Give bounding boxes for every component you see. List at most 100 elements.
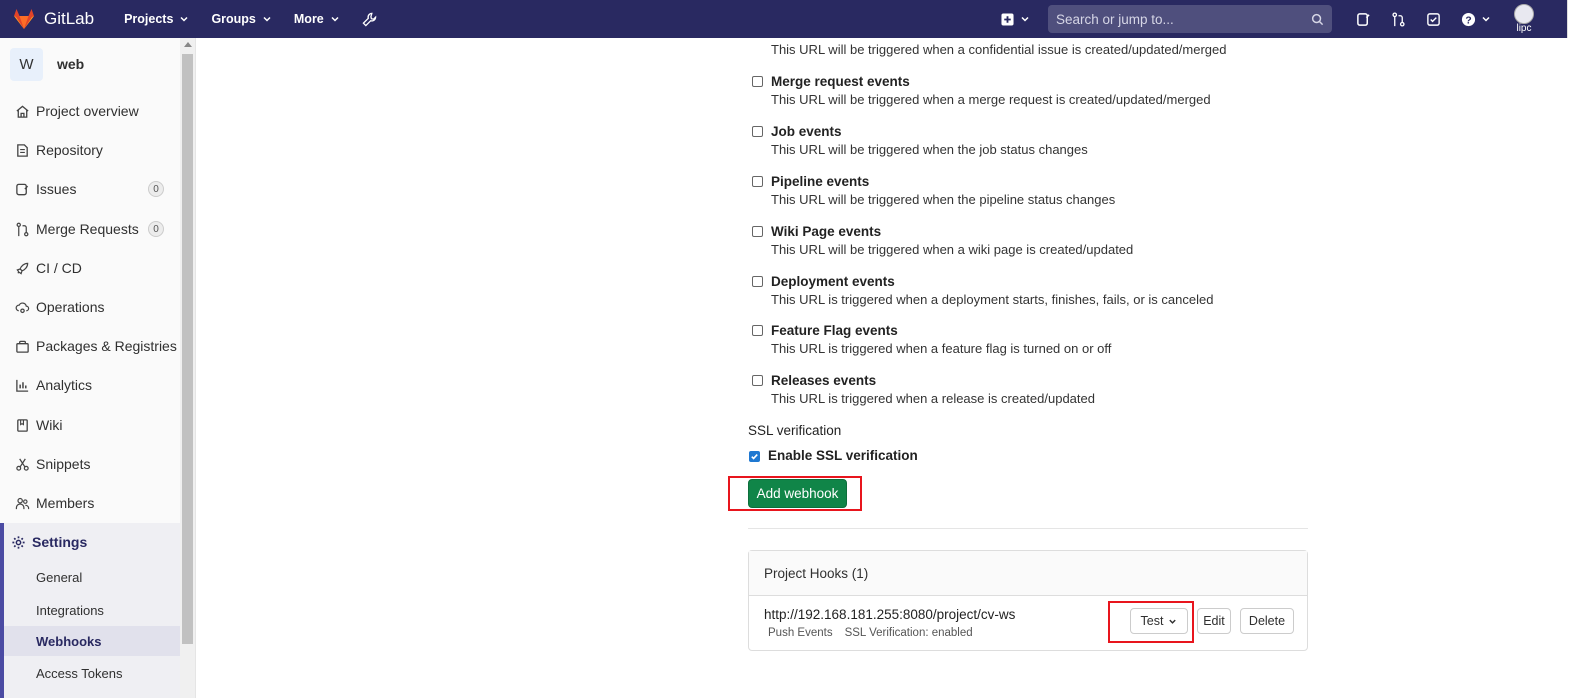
- event-title: Deployment events: [771, 274, 895, 289]
- event-description: This URL will be triggered when a confid…: [771, 42, 1227, 57]
- search-icon: [1311, 13, 1324, 25]
- sidebar-project-header[interactable]: W web: [0, 38, 180, 90]
- top-navbar: GitLab Projects Groups More Search or ju…: [0, 0, 1568, 38]
- project-avatar: W: [10, 47, 43, 81]
- event-checkbox[interactable]: [752, 176, 763, 187]
- edit-hook-button[interactable]: Edit: [1197, 608, 1231, 634]
- issues-count-badge: 0: [148, 181, 164, 197]
- nav-projects-label: Projects: [124, 12, 174, 26]
- help-dropdown[interactable]: ?: [1461, 12, 1491, 27]
- search-placeholder: Search or jump to...: [1056, 11, 1174, 27]
- ssl-verification-checkbox[interactable]: [749, 451, 760, 462]
- sidebar-item-merge-requests[interactable]: Merge Requests 0: [0, 214, 180, 244]
- sidebar-item-wiki[interactable]: Wiki: [0, 410, 180, 440]
- event-description: This URL will be triggered when the job …: [771, 142, 1088, 157]
- event-description: This URL will be triggered when a merge …: [771, 92, 1211, 107]
- sidebar-item-label: Members: [36, 495, 95, 511]
- sidebar-item-analytics[interactable]: Analytics: [0, 370, 180, 400]
- sidebar-item-issues[interactable]: Issues 0: [0, 174, 180, 204]
- sidebar-item-project-overview[interactable]: Project overview: [0, 96, 180, 126]
- settings-section: Settings General Integrations Webhooks A…: [0, 523, 180, 698]
- highlight-box-add-webhook: [728, 476, 862, 511]
- nav-groups[interactable]: Groups: [211, 12, 271, 26]
- main-content: This URL will be triggered when a confid…: [196, 38, 1568, 698]
- sidebar-subitem-general[interactable]: General: [4, 562, 180, 592]
- project-hooks-header: Project Hooks (1): [749, 551, 1307, 596]
- sidebar-item-label: Issues: [36, 181, 77, 197]
- package-icon: [14, 338, 30, 354]
- scissors-icon: [14, 456, 30, 472]
- scroll-up-arrow-icon[interactable]: [184, 42, 192, 47]
- admin-wrench-icon[interactable]: [362, 12, 377, 27]
- ssl-verification-heading: SSL verification: [748, 423, 842, 438]
- plus-square-icon: [1001, 12, 1014, 26]
- event-checkbox[interactable]: [752, 76, 763, 87]
- sidebar-item-label: Snippets: [36, 456, 91, 472]
- issues-icon: [14, 181, 30, 197]
- hook-url: http://192.168.181.255:8080/project/cv-w…: [764, 607, 1016, 622]
- hook-tag: Push Events: [768, 627, 833, 639]
- event-checkbox[interactable]: [752, 126, 763, 137]
- scrollbar-thumb[interactable]: [182, 54, 193, 644]
- sidebar-item-label: Settings: [32, 534, 88, 550]
- event-title: Wiki Page events: [771, 224, 882, 239]
- sidebar-item-label: Operations: [36, 299, 105, 315]
- event-description: This URL is triggered when a deployment …: [771, 292, 1214, 307]
- merge-requests-nav-icon[interactable]: [1391, 11, 1406, 27]
- section-divider: [748, 528, 1308, 529]
- avatar: [1514, 4, 1534, 24]
- doc-icon: [14, 142, 30, 158]
- merge-request-icon: [14, 221, 30, 237]
- search-input[interactable]: Search or jump to...: [1048, 5, 1332, 33]
- event-checkbox[interactable]: [752, 276, 763, 287]
- sidebar-item-ci-cd[interactable]: CI / CD: [0, 253, 180, 283]
- merge-requests-count-badge: 0: [148, 221, 164, 237]
- sidebar-item-label: Packages & Registries: [36, 338, 177, 354]
- nav-groups-label: Groups: [211, 12, 256, 26]
- nav-more[interactable]: More: [294, 12, 340, 26]
- event-checkbox[interactable]: [752, 325, 763, 336]
- chevron-down-icon: [1021, 16, 1029, 22]
- new-dropdown-button[interactable]: [1001, 12, 1030, 26]
- event-checkbox[interactable]: [752, 375, 763, 386]
- event-title: Feature Flag events: [771, 323, 898, 338]
- delete-hook-button[interactable]: Delete: [1240, 608, 1294, 634]
- cloud-gear-icon: [14, 299, 30, 315]
- sidebar-item-snippets[interactable]: Snippets: [0, 449, 180, 479]
- sidebar-subitem-webhooks[interactable]: Webhooks: [4, 626, 180, 656]
- todos-nav-icon[interactable]: [1426, 12, 1441, 27]
- sidebar-item-label: Wiki: [36, 417, 63, 433]
- event-checkbox[interactable]: [752, 226, 763, 237]
- book-icon: [14, 417, 30, 433]
- sidebar-subitem-access-tokens[interactable]: Access Tokens: [4, 658, 180, 688]
- user-avatar-dropdown[interactable]: lipc: [1511, 2, 1537, 36]
- event-title: Job events: [771, 124, 842, 139]
- event-description: This URL will be triggered when the pipe…: [771, 192, 1116, 207]
- gitlab-logo-icon: [14, 9, 34, 29]
- brand-name: GitLab: [44, 9, 95, 28]
- sidebar-item-settings[interactable]: Settings: [0, 527, 180, 557]
- sidebar-item-repository[interactable]: Repository: [0, 135, 180, 165]
- project-sidebar: W web Project overview Repository Issues…: [0, 38, 196, 698]
- ssl-verification-label[interactable]: Enable SSL verification: [768, 448, 918, 463]
- issues-nav-icon[interactable]: [1356, 12, 1371, 27]
- home-icon: [14, 103, 30, 119]
- user-label: lipc: [1516, 23, 1532, 34]
- sidebar-item-members[interactable]: Members: [0, 488, 180, 518]
- nav-more-label: More: [293, 12, 324, 26]
- gitlab-home-link[interactable]: GitLab: [12, 0, 94, 38]
- sidebar-item-operations[interactable]: Operations: [0, 292, 180, 322]
- sidebar-item-label: CI / CD: [36, 260, 82, 276]
- nav-projects[interactable]: Projects: [124, 12, 189, 26]
- hook-tag: SSL Verification: enabled: [844, 627, 973, 639]
- event-description: This URL is triggered when a release is …: [771, 391, 1095, 406]
- sidebar-item-packages-registries[interactable]: Packages & Registries: [0, 331, 180, 361]
- chevron-down-icon: [1482, 16, 1490, 22]
- event-title: Releases events: [771, 373, 877, 388]
- chevron-down-icon: [331, 16, 339, 22]
- sidebar-item-label: Repository: [36, 142, 103, 158]
- sidebar-subitem-integrations[interactable]: Integrations: [4, 595, 180, 625]
- highlight-box-test-button: [1108, 601, 1194, 643]
- sidebar-scrollbar[interactable]: [180, 38, 195, 698]
- svg-text:?: ?: [1465, 15, 1471, 26]
